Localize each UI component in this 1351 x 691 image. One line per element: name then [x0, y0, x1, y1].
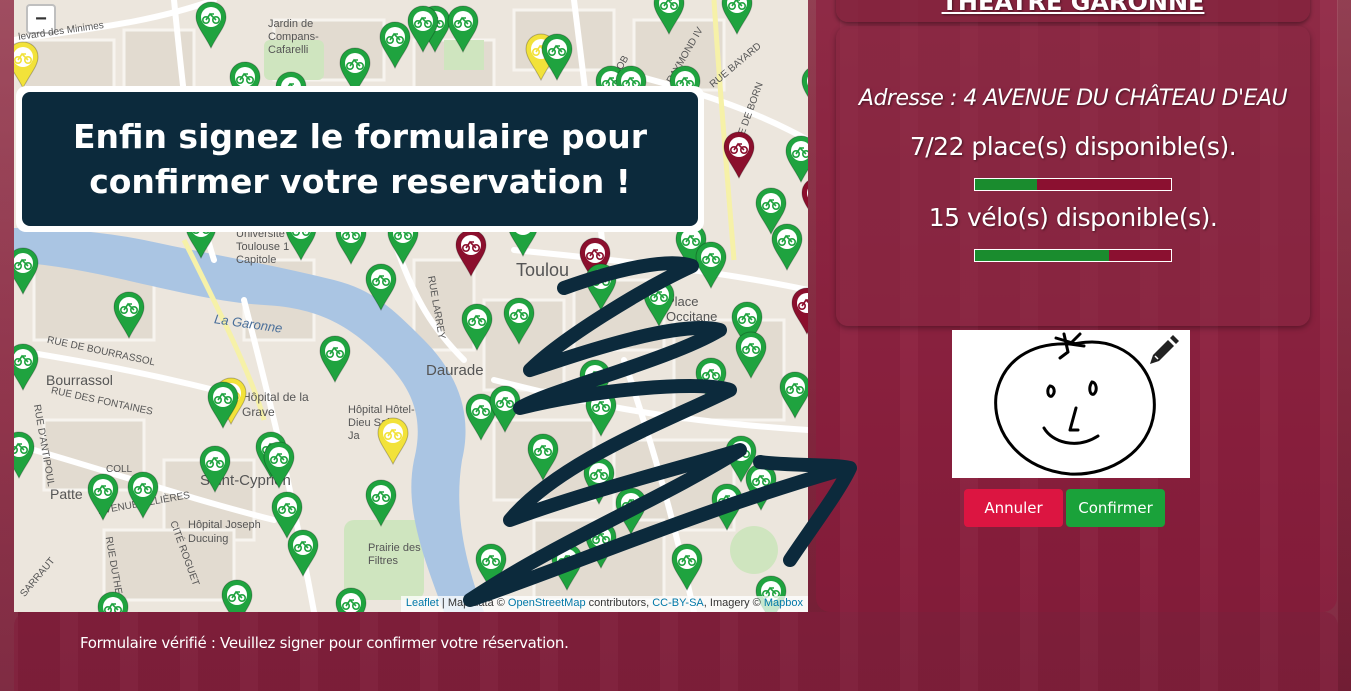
station-marker-icon[interactable] [364, 478, 398, 528]
bikes-progress-bar [974, 249, 1172, 262]
station-address: Adresse : 4 AVENUE DU CHÂTEAU D'EAU [858, 86, 1288, 111]
station-marker-icon[interactable] [206, 380, 240, 430]
tutorial-box: Enfin signez le formulaire pour confirme… [16, 86, 704, 232]
station-marker-icon[interactable] [720, 0, 754, 36]
station-marker-icon[interactable] [14, 246, 40, 296]
map-label-universite: Université Toulouse 1 Capitole [236, 228, 290, 266]
places-progress-bar [974, 178, 1172, 191]
places-progress-fill [975, 179, 1038, 190]
cancel-button[interactable]: Annuler [964, 489, 1063, 527]
bikes-progress-fill [975, 250, 1109, 261]
signature-canvas[interactable] [952, 330, 1190, 478]
station-marker-icon[interactable] [14, 40, 40, 90]
zoom-out-label: − [35, 7, 47, 30]
map-label-jardin-compans: Jardin de Compans- Cafarelli [268, 18, 319, 56]
station-title-box: THÉATRE GARONNE [836, 0, 1310, 22]
pencil-icon[interactable] [1146, 334, 1180, 368]
station-marker-icon[interactable] [14, 430, 36, 480]
station-marker-icon[interactable] [800, 64, 808, 114]
station-marker-icon[interactable] [86, 472, 120, 522]
map-label-hopital-ducuing: Hôpital Joseph Ducuing [188, 519, 261, 545]
station-marker-icon[interactable] [334, 586, 368, 612]
map-label-prairie-filtres: Prairie des Filtres [368, 542, 421, 567]
station-marker-icon[interactable] [112, 290, 146, 340]
station-marker-icon[interactable] [198, 444, 232, 494]
places-available-text: 7/22 place(s) disponible(s). [909, 132, 1237, 161]
station-marker-icon[interactable] [194, 0, 228, 50]
station-marker-icon[interactable] [722, 130, 756, 180]
station-marker-icon[interactable] [800, 176, 808, 226]
tutorial-message: Enfin signez le formulaire pour confirme… [22, 92, 698, 226]
map-label-hopital-grave: Hôpital de la Grave [242, 390, 309, 419]
station-marker-icon[interactable] [652, 0, 686, 36]
station-marker-icon[interactable] [126, 470, 160, 520]
station-marker-icon[interactable] [406, 4, 440, 54]
bikes-available-text: 15 vélo(s) disponible(s). [928, 203, 1218, 232]
map-label-patte: Patte [50, 486, 83, 502]
station-marker-icon[interactable] [376, 416, 410, 466]
station-marker-icon[interactable] [446, 4, 480, 54]
confirm-button[interactable]: Confirmer [1066, 489, 1165, 527]
station-marker-icon[interactable] [14, 342, 40, 392]
status-footer: Formulaire vérifié : Veuillez signer pou… [14, 612, 1338, 691]
station-name: THÉATRE GARONNE [941, 0, 1205, 16]
scribble-arrow-annotation [463, 256, 857, 607]
station-marker-icon[interactable] [262, 440, 296, 490]
status-message: Formulaire vérifié : Veuillez signer pou… [80, 634, 569, 652]
station-marker-icon[interactable] [96, 590, 130, 612]
attribution-leaflet-link[interactable]: Leaflet [406, 597, 439, 609]
station-marker-icon[interactable] [318, 334, 352, 384]
station-info-box: Adresse : 4 AVENUE DU CHÂTEAU D'EAU 7/22… [836, 26, 1310, 326]
station-marker-icon[interactable] [286, 528, 320, 578]
station-marker-icon[interactable] [220, 578, 254, 612]
station-marker-icon[interactable] [540, 32, 574, 82]
station-marker-icon[interactable] [364, 262, 398, 312]
